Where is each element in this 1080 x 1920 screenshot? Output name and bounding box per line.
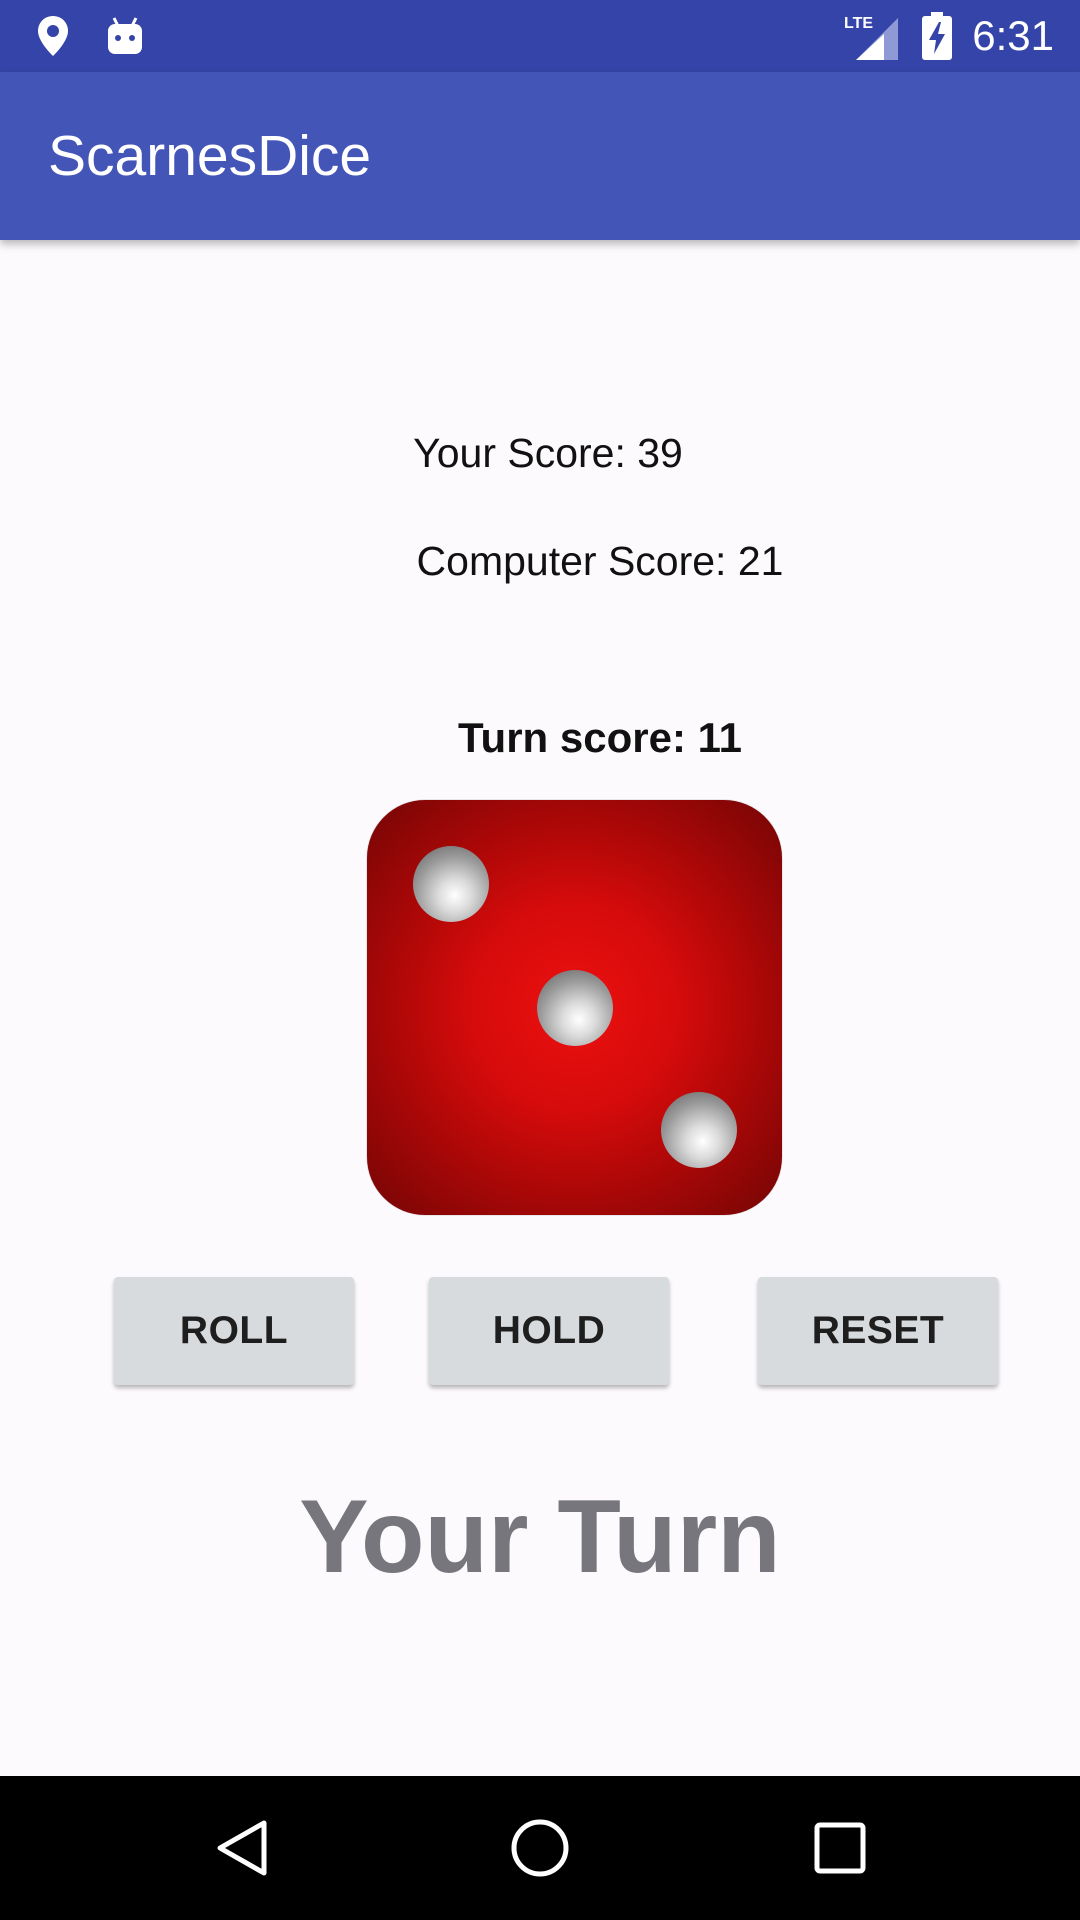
app-bar: ScarnesDice xyxy=(0,72,1080,240)
lte-label: LTE xyxy=(844,15,873,32)
computer-score-label: Computer Score: 21 xyxy=(416,538,784,584)
turn-status-message: Your Turn xyxy=(299,1479,781,1595)
die-face-three xyxy=(367,800,782,1215)
status-time: 6:31 xyxy=(972,12,1054,59)
turn-score-label: Turn score: 11 xyxy=(458,714,742,761)
navigation-bar xyxy=(0,1776,1080,1920)
die-pip xyxy=(661,1092,737,1168)
battery-charging-icon xyxy=(922,0,952,72)
home-icon[interactable] xyxy=(510,1776,570,1920)
app-title: ScarnesDice xyxy=(48,124,372,188)
your-score-label: Your Score: 39 xyxy=(413,430,683,476)
reset-button[interactable]: RESET xyxy=(758,1277,998,1385)
android-debug-icon xyxy=(106,0,144,72)
back-icon[interactable] xyxy=(214,1776,268,1920)
lte-signal-icon: LTE xyxy=(842,0,898,72)
hold-button[interactable]: HOLD xyxy=(429,1277,669,1385)
die-pip xyxy=(537,970,613,1046)
status-bar: LTE 6:31 xyxy=(0,0,1080,72)
roll-button[interactable]: ROLL xyxy=(114,1277,354,1385)
recents-icon[interactable] xyxy=(814,1776,866,1920)
die-pip xyxy=(413,846,489,922)
location-pin-icon xyxy=(36,0,70,72)
